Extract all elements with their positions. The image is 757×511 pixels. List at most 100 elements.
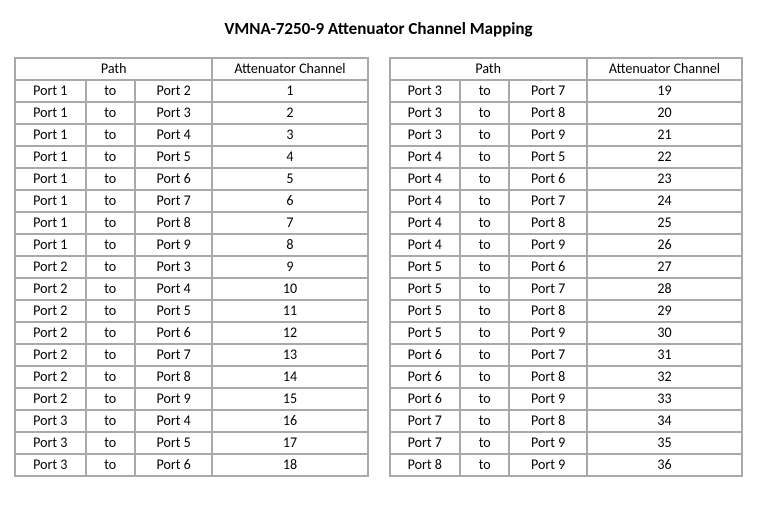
path-to-label: to: [460, 454, 509, 476]
path-to-label: to: [460, 212, 509, 234]
table-row: Port 8toPort 936: [390, 454, 743, 476]
attenuator-channel: 30: [587, 322, 742, 344]
path-to-label: to: [86, 432, 135, 454]
path-from: Port 4: [390, 190, 461, 212]
table-row: Port 7toPort 834: [390, 410, 743, 432]
attenuator-channel: 13: [212, 344, 367, 366]
path-dest: Port 4: [135, 124, 213, 146]
path-to-label: to: [460, 344, 509, 366]
table-row: Port 2toPort 511: [15, 300, 368, 322]
table-row: Port 4toPort 825: [390, 212, 743, 234]
path-to-label: to: [460, 322, 509, 344]
table-row: Port 1toPort 32: [15, 102, 368, 124]
mapping-table-left-body: Port 1toPort 21Port 1toPort 32Port 1toPo…: [15, 80, 368, 476]
path-from: Port 1: [15, 168, 86, 190]
mapping-table-right-body: Port 3toPort 719Port 3toPort 820Port 3to…: [390, 80, 743, 476]
path-from: Port 7: [390, 432, 461, 454]
path-dest: Port 7: [509, 278, 587, 300]
attenuator-channel: 22: [587, 146, 742, 168]
path-dest: Port 8: [509, 366, 587, 388]
path-from: Port 2: [15, 344, 86, 366]
path-dest: Port 9: [509, 432, 587, 454]
attenuator-channel: 5: [212, 168, 367, 190]
path-dest: Port 5: [509, 146, 587, 168]
page-title: VMNA-7250-9 Attenuator Channel Mapping: [14, 18, 743, 39]
channel-header: Attenuator Channel: [212, 58, 367, 80]
path-dest: Port 6: [135, 454, 213, 476]
path-from: Port 1: [15, 80, 86, 102]
path-to-label: to: [86, 388, 135, 410]
path-to-label: to: [460, 410, 509, 432]
path-to-label: to: [460, 366, 509, 388]
table-row: Port 1toPort 54: [15, 146, 368, 168]
path-dest: Port 4: [135, 278, 213, 300]
path-from: Port 2: [15, 300, 86, 322]
path-to-label: to: [86, 256, 135, 278]
path-dest: Port 7: [509, 80, 587, 102]
path-from: Port 1: [15, 234, 86, 256]
table-header-row: Path Attenuator Channel: [390, 58, 743, 80]
path-to-label: to: [460, 388, 509, 410]
path-dest: Port 7: [509, 344, 587, 366]
table-row: Port 3toPort 820: [390, 102, 743, 124]
path-from: Port 2: [15, 278, 86, 300]
path-dest: Port 4: [135, 410, 213, 432]
path-dest: Port 7: [135, 344, 213, 366]
attenuator-channel: 15: [212, 388, 367, 410]
path-to-label: to: [460, 432, 509, 454]
path-from: Port 3: [390, 124, 461, 146]
attenuator-channel: 35: [587, 432, 742, 454]
attenuator-channel: 17: [212, 432, 367, 454]
attenuator-channel: 21: [587, 124, 742, 146]
path-to-label: to: [86, 410, 135, 432]
path-from: Port 8: [390, 454, 461, 476]
path-from: Port 1: [15, 190, 86, 212]
table-row: Port 1toPort 43: [15, 124, 368, 146]
table-row: Port 5toPort 829: [390, 300, 743, 322]
path-dest: Port 3: [135, 256, 213, 278]
path-dest: Port 6: [509, 168, 587, 190]
attenuator-channel: 10: [212, 278, 367, 300]
path-to-label: to: [86, 366, 135, 388]
table-row: Port 2toPort 713: [15, 344, 368, 366]
table-row: Port 6toPort 731: [390, 344, 743, 366]
path-dest: Port 7: [135, 190, 213, 212]
attenuator-channel: 23: [587, 168, 742, 190]
attenuator-channel: 12: [212, 322, 367, 344]
path-dest: Port 6: [135, 322, 213, 344]
path-from: Port 5: [390, 322, 461, 344]
path-from: Port 5: [390, 300, 461, 322]
attenuator-channel: 11: [212, 300, 367, 322]
table-row: Port 2toPort 915: [15, 388, 368, 410]
path-from: Port 1: [15, 146, 86, 168]
mapping-table-left-wrap: Path Attenuator Channel Port 1toPort 21P…: [14, 57, 369, 477]
table-row: Port 1toPort 21: [15, 80, 368, 102]
path-to-label: to: [86, 322, 135, 344]
table-row: Port 2toPort 612: [15, 322, 368, 344]
attenuator-channel: 2: [212, 102, 367, 124]
path-dest: Port 6: [509, 256, 587, 278]
path-from: Port 4: [390, 168, 461, 190]
path-from: Port 3: [15, 454, 86, 476]
path-to-label: to: [460, 168, 509, 190]
channel-header: Attenuator Channel: [587, 58, 742, 80]
path-to-label: to: [86, 344, 135, 366]
path-from: Port 2: [15, 388, 86, 410]
attenuator-channel: 33: [587, 388, 742, 410]
path-dest: Port 9: [509, 234, 587, 256]
attenuator-channel: 16: [212, 410, 367, 432]
path-from: Port 4: [390, 212, 461, 234]
table-row: Port 4toPort 623: [390, 168, 743, 190]
path-dest: Port 9: [135, 234, 213, 256]
table-row: Port 1toPort 87: [15, 212, 368, 234]
attenuator-channel: 36: [587, 454, 742, 476]
table-row: Port 4toPort 926: [390, 234, 743, 256]
path-dest: Port 5: [135, 300, 213, 322]
path-from: Port 3: [390, 102, 461, 124]
path-dest: Port 7: [509, 190, 587, 212]
table-row: Port 1toPort 98: [15, 234, 368, 256]
table-row: Port 3toPort 517: [15, 432, 368, 454]
table-row: Port 5toPort 930: [390, 322, 743, 344]
path-dest: Port 9: [135, 388, 213, 410]
path-to-label: to: [86, 190, 135, 212]
